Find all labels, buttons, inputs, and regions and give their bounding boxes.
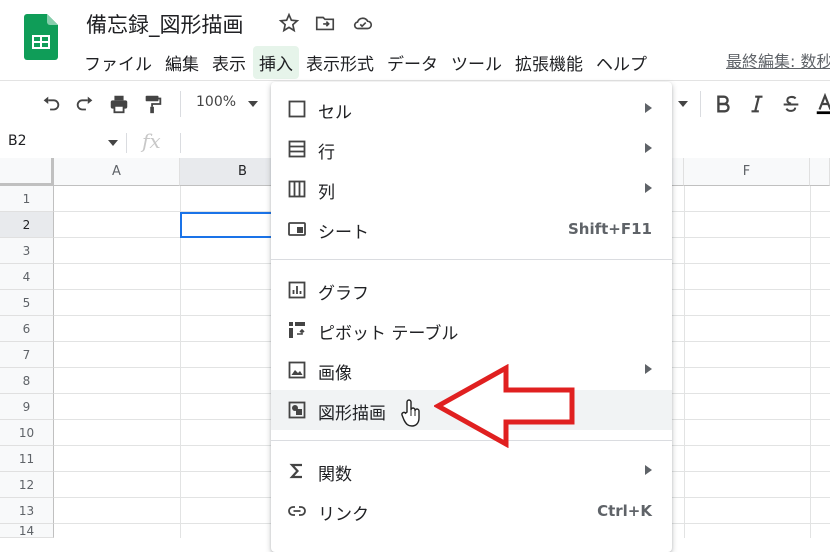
hand-cursor-icon — [401, 399, 420, 427]
insert-column-item[interactable]: 列 — [271, 169, 672, 209]
insert-sheet-item[interactable]: シート Shift+F11 — [271, 209, 672, 249]
bold-icon[interactable] — [712, 93, 734, 115]
strikethrough-icon[interactable] — [780, 93, 802, 115]
cell-icon — [288, 100, 306, 118]
sheets-logo-icon[interactable] — [24, 14, 58, 60]
row-header-9[interactable]: 9 — [0, 394, 54, 420]
insert-pivot-table-item[interactable]: ピボット テーブル — [271, 310, 672, 350]
column-header-g[interactable] — [810, 158, 830, 186]
grid-line — [684, 186, 685, 538]
print-icon[interactable] — [108, 93, 130, 115]
document-title[interactable]: 備忘録_図形描画 — [86, 9, 244, 39]
column-header-f[interactable]: F — [684, 158, 810, 186]
grid-line — [810, 186, 811, 538]
insert-function-label: 関数 — [318, 465, 352, 485]
menu-tools[interactable]: ツール — [445, 46, 508, 79]
row-header-8[interactable]: 8 — [0, 368, 54, 394]
formula-separator — [180, 133, 181, 153]
menu-edit[interactable]: 編集 — [159, 46, 205, 79]
submenu-arrow-icon — [645, 183, 652, 193]
name-box-dropdown-icon[interactable] — [108, 140, 118, 146]
redo-icon[interactable] — [74, 93, 96, 115]
move-folder-icon[interactable] — [314, 12, 336, 34]
fx-icon: fx — [142, 129, 161, 153]
toolbar-separator — [700, 91, 701, 117]
insert-link-label: リンク — [318, 505, 369, 525]
column-header-a[interactable]: A — [54, 158, 180, 186]
insert-link-item[interactable]: リンク Ctrl+K — [271, 491, 672, 531]
title-bar: 備忘録_図形描画 ファイル 編集 表示 挿入 表示形式 データ ツール 拡張機能 ヘルプ 最終編… — [0, 0, 830, 80]
zoom-select[interactable]: 100% — [196, 94, 236, 110]
menu-format[interactable]: 表示形式 — [300, 46, 380, 79]
submenu-arrow-icon — [645, 364, 652, 374]
sheet-icon — [288, 222, 306, 236]
insert-function-item[interactable]: 関数 — [271, 451, 672, 491]
grid-line — [180, 186, 181, 538]
menu-insert[interactable]: 挿入 — [253, 46, 299, 79]
selected-cell-b2[interactable] — [180, 212, 276, 238]
undo-icon[interactable] — [40, 93, 62, 115]
pivot-table-icon — [289, 322, 305, 338]
submenu-arrow-icon — [645, 103, 652, 113]
insert-chart-item[interactable]: グラフ — [271, 270, 672, 310]
menu-separator — [271, 259, 672, 260]
row-header-12[interactable]: 12 — [0, 472, 54, 498]
star-icon[interactable] — [278, 12, 300, 34]
zoom-dropdown-icon[interactable] — [248, 101, 258, 107]
row-header-3[interactable]: 3 — [0, 238, 54, 264]
toolbar-separator — [180, 91, 181, 117]
drawing-icon — [288, 401, 306, 419]
menu-bar: ファイル 編集 表示 挿入 表示形式 データ ツール 拡張機能 ヘルプ — [78, 46, 654, 79]
insert-menu-dropdown: セル 行 列 シート Shift+F11 グラフ ピボット テーブル 画像 図形… — [271, 82, 672, 552]
name-box[interactable]: B2 — [8, 133, 27, 149]
row-header-14[interactable]: 14 — [0, 524, 54, 538]
row-header-1[interactable]: 1 — [0, 186, 54, 212]
font-size-dropdown-icon[interactable] — [678, 101, 688, 107]
last-edit-link[interactable]: 最終編集: 数秒 — [726, 48, 830, 72]
column-icon — [288, 180, 306, 198]
cloud-saved-icon[interactable] — [352, 12, 374, 34]
sigma-icon — [289, 463, 302, 479]
insert-sheet-shortcut: Shift+F11 — [567, 220, 652, 238]
insert-chart-label: グラフ — [318, 284, 369, 304]
italic-icon[interactable] — [746, 93, 768, 115]
menu-data[interactable]: データ — [381, 46, 444, 79]
insert-column-label: 列 — [318, 183, 335, 203]
red-arrow-annotation-icon — [434, 364, 575, 448]
menu-view[interactable]: 表示 — [206, 46, 252, 79]
row-icon — [288, 140, 306, 158]
insert-cell-item[interactable]: セル — [271, 89, 672, 129]
insert-pivot-table-label: ピボット テーブル — [318, 324, 459, 344]
row-header-4[interactable]: 4 — [0, 264, 54, 290]
insert-link-shortcut: Ctrl+K — [597, 502, 652, 520]
text-color-icon[interactable] — [814, 93, 830, 115]
insert-drawing-label: 図形描画 — [318, 404, 386, 424]
formula-separator — [126, 133, 127, 153]
chart-icon — [288, 281, 306, 299]
insert-image-label: 画像 — [318, 364, 352, 384]
submenu-arrow-icon — [645, 143, 652, 153]
row-header-11[interactable]: 11 — [0, 446, 54, 472]
insert-cell-label: セル — [318, 103, 352, 123]
insert-row-label: 行 — [318, 143, 335, 163]
menu-help[interactable]: ヘルプ — [590, 46, 653, 79]
row-header-2[interactable]: 2 — [0, 212, 54, 238]
insert-row-item[interactable]: 行 — [271, 129, 672, 169]
image-icon — [288, 361, 306, 379]
menu-file[interactable]: ファイル — [78, 46, 158, 79]
menu-extensions[interactable]: 拡張機能 — [509, 46, 589, 79]
row-header-13[interactable]: 13 — [0, 498, 54, 524]
row-header-6[interactable]: 6 — [0, 316, 54, 342]
row-header-7[interactable]: 7 — [0, 342, 54, 368]
submenu-arrow-icon — [645, 465, 652, 475]
row-header-5[interactable]: 5 — [0, 290, 54, 316]
paint-format-icon[interactable] — [142, 93, 164, 115]
row-header-10[interactable]: 10 — [0, 420, 54, 446]
select-all-corner[interactable] — [0, 158, 54, 186]
insert-sheet-label: シート — [318, 223, 369, 243]
link-icon — [288, 506, 306, 516]
